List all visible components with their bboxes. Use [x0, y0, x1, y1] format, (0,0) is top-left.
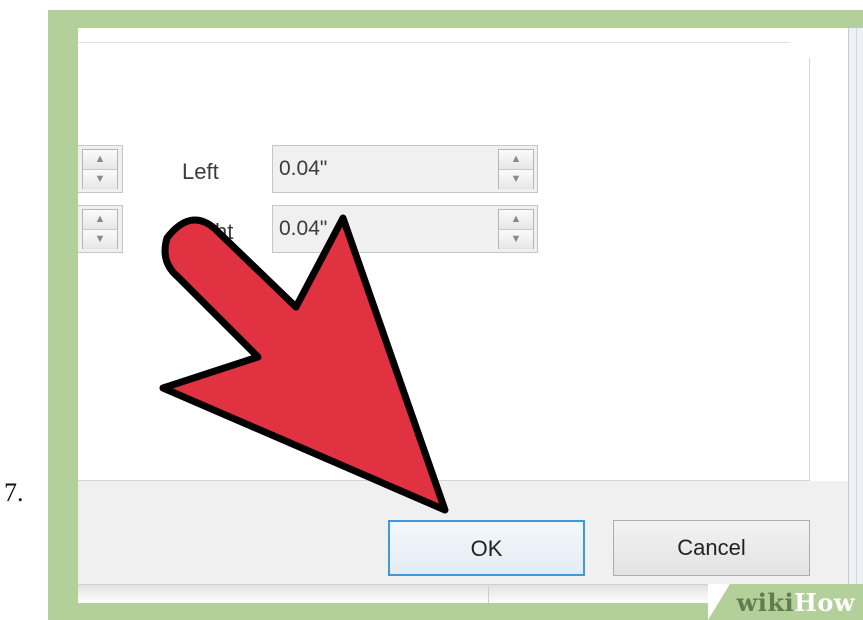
red-arrow-icon [159, 214, 449, 514]
red-arrow-icon-shape [159, 214, 449, 514]
